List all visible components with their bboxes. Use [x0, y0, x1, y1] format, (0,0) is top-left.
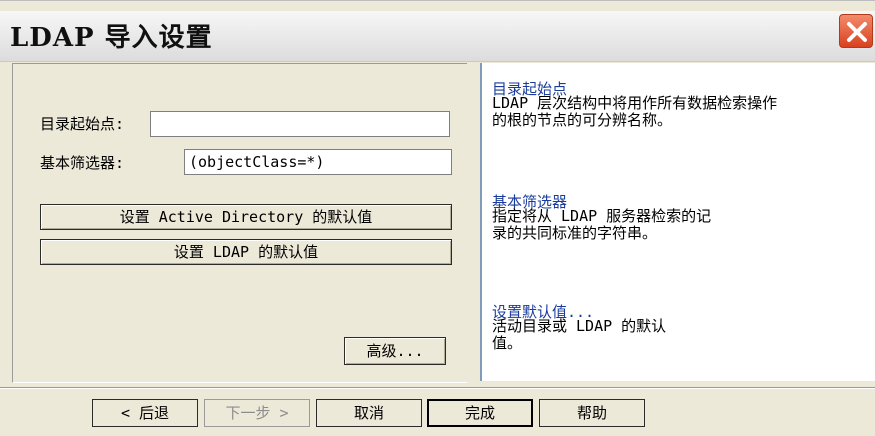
back-button[interactable]: < 后退	[92, 399, 198, 427]
cancel-button[interactable]: 取消	[316, 399, 422, 427]
dialog-title: LDAP 导入设置	[10, 23, 213, 53]
finish-button[interactable]: 完成	[427, 399, 533, 427]
help-dir-start-line2: 的根的节点的可分辨名称。	[492, 111, 673, 129]
base-filter-label: 基本筛选器:	[40, 154, 125, 172]
advanced-button[interactable]: 高级...	[344, 337, 446, 365]
help-button[interactable]: 帮助	[539, 399, 645, 427]
base-filter-input[interactable]: (objectClass=*)	[184, 149, 452, 175]
bottom-separator-highlight	[0, 388, 875, 389]
dir-start-input[interactable]	[150, 111, 450, 137]
help-base-filter-line1: 指定将从 LDAP 服务器检索的记	[492, 207, 712, 225]
help-panel: 目录起始点 LDAP 层次结构中将用作所有数据检索操作 的根的节点的可分辨名称。…	[480, 63, 875, 381]
next-button[interactable]: 下一步 >	[204, 399, 310, 427]
help-set-default-line1: 活动目录或 LDAP 的默认	[492, 317, 667, 335]
set-ad-defaults-button[interactable]: 设置 Active Directory 的默认值	[40, 204, 452, 230]
ldap-import-dialog: LDAP 导入设置 目录起始点: 基本筛选器: (objectClass=*) …	[0, 0, 875, 436]
set-ldap-defaults-button[interactable]: 设置 LDAP 的默认值	[40, 239, 452, 265]
help-dir-start-line1: LDAP 层次结构中将用作所有数据检索操作	[492, 94, 778, 112]
close-button[interactable]	[839, 14, 873, 48]
close-icon	[847, 22, 867, 42]
help-set-default-line2: 值。	[492, 334, 523, 352]
title-bar: LDAP 导入设置	[0, 11, 875, 62]
help-base-filter-line2: 录的共同标准的字符串。	[492, 224, 658, 242]
dir-start-label: 目录起始点:	[40, 115, 125, 133]
